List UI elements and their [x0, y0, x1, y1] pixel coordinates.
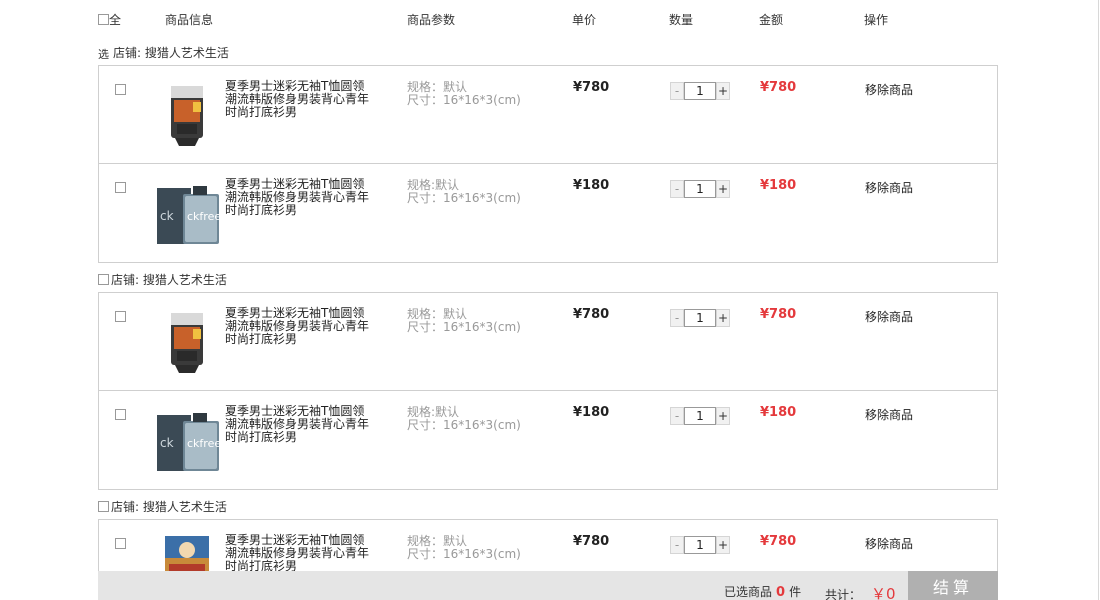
- cart-item: 夏季男士迷彩无袖T恤圆领潮流韩版修身男装背心青年时尚打底衫男 规格：默认 尺寸：…: [99, 293, 997, 391]
- item-price: ¥180: [573, 178, 610, 193]
- item-size: 尺寸：16*16*3(cm): [407, 93, 521, 107]
- item-title[interactable]: 夏季男士迷彩无袖T恤圆领潮流韩版修身男装背心青年时尚打底衫男: [225, 307, 375, 346]
- remove-item-link[interactable]: 移除商品: [865, 308, 913, 325]
- quantity-stepper: - 1 +: [670, 309, 730, 327]
- item-checkbox[interactable]: [115, 311, 126, 322]
- cart-footer-bar: 已选商品 0 件 共计： ￥0 结算: [98, 571, 998, 600]
- quantity-stepper: - 1 +: [670, 536, 730, 554]
- item-params: 规格：默认 尺寸：16*16*3(cm): [407, 308, 521, 334]
- qty-input[interactable]: 1: [684, 180, 716, 198]
- item-title[interactable]: 夏季男士迷彩无袖T恤圆领潮流韩版修身男装背心青年时尚打底衫男: [225, 178, 375, 217]
- svg-text:ckfree: ckfree: [187, 210, 221, 223]
- qty-input[interactable]: 1: [684, 536, 716, 554]
- item-price: ¥780: [573, 80, 610, 95]
- cart-item: ck ckfree 夏季男士迷彩无袖T恤圆领潮流韩版修身男装背心青年时尚打底衫男…: [99, 164, 997, 262]
- cart-item: ck ckfree 夏季男士迷彩无袖T恤圆领潮流韩版修身男装背心青年时尚打底衫男…: [99, 391, 997, 489]
- item-size: 尺寸：16*16*3(cm): [407, 547, 521, 561]
- product-image-cleanser[interactable]: [157, 309, 221, 377]
- selected-suffix: 件: [789, 585, 802, 599]
- select-all-label: 全: [109, 13, 122, 27]
- store-checkbox[interactable]: [98, 501, 109, 512]
- select-all[interactable]: 全: [98, 11, 121, 28]
- item-checkbox[interactable]: [115, 409, 126, 420]
- item-size: 尺寸：16*16*3(cm): [407, 191, 521, 205]
- store-name: 店铺: 搜猎人艺术生活: [111, 273, 227, 287]
- item-amount: ¥180: [760, 178, 797, 193]
- quantity-stepper: - 1 +: [670, 180, 730, 198]
- store-checkbox[interactable]: [98, 274, 109, 285]
- qty-plus-button[interactable]: +: [716, 180, 730, 198]
- remove-item-link[interactable]: 移除商品: [865, 406, 913, 423]
- col-price-header: 单价: [572, 13, 597, 27]
- item-params: 规格:默认 尺寸：16*16*3(cm): [407, 179, 521, 205]
- qty-minus-button[interactable]: -: [670, 82, 684, 100]
- item-checkbox[interactable]: [115, 84, 126, 95]
- item-amount: ¥180: [760, 405, 797, 420]
- store-row: 店铺: 搜猎人艺术生活: [98, 271, 227, 291]
- col-amount-header: 金额: [759, 13, 784, 27]
- item-title[interactable]: 夏季男士迷彩无袖T恤圆领潮流韩版修身男装背心青年时尚打底衫男: [225, 534, 375, 573]
- remove-item-link[interactable]: 移除商品: [865, 179, 913, 196]
- remove-item-link[interactable]: 移除商品: [865, 535, 913, 552]
- checkout-button[interactable]: 结算: [908, 571, 998, 600]
- item-price: ¥180: [573, 405, 610, 420]
- item-params: 规格：默认 尺寸：16*16*3(cm): [407, 535, 521, 561]
- item-checkbox[interactable]: [115, 182, 126, 193]
- col-qty-header: 数量: [669, 13, 694, 27]
- col-params-header: 商品参数: [407, 13, 456, 27]
- selected-prefix: 已选商品: [724, 585, 773, 599]
- item-params: 规格：默认 尺寸：16*16*3(cm): [407, 81, 521, 107]
- store-items-group: 夏季男士迷彩无袖T恤圆领潮流韩版修身男装背心青年时尚打底衫男 规格：默认 尺寸：…: [98, 65, 998, 263]
- store-checkbox[interactable]: 选: [98, 49, 111, 60]
- cart-header: 全 商品信息 商品参数 单价 数量 金额 操作: [0, 0, 1100, 36]
- item-title[interactable]: 夏季男士迷彩无袖T恤圆领潮流韩版修身男装背心青年时尚打底衫男: [225, 80, 375, 119]
- qty-plus-button[interactable]: +: [716, 407, 730, 425]
- selected-summary: 已选商品 0 件: [724, 583, 801, 600]
- qty-minus-button[interactable]: -: [670, 180, 684, 198]
- item-size: 尺寸：16*16*3(cm): [407, 320, 521, 334]
- page-right-border: [1098, 0, 1099, 600]
- remove-item-link[interactable]: 移除商品: [865, 81, 913, 98]
- total-value: ￥0: [871, 585, 896, 600]
- svg-text:ckfree: ckfree: [187, 437, 221, 450]
- item-params: 规格:默认 尺寸：16*16*3(cm): [407, 406, 521, 432]
- item-title[interactable]: 夏季男士迷彩无袖T恤圆领潮流韩版修身男装背心青年时尚打底衫男: [225, 405, 375, 444]
- qty-minus-button[interactable]: -: [670, 407, 684, 425]
- svg-text:ck: ck: [160, 209, 174, 223]
- item-amount: ¥780: [760, 80, 797, 95]
- qty-input[interactable]: 1: [684, 407, 716, 425]
- product-image-perfume[interactable]: ck ckfree: [157, 407, 221, 475]
- item-amount: ¥780: [760, 534, 797, 549]
- select-all-checkbox[interactable]: [98, 14, 109, 25]
- quantity-stepper: - 1 +: [670, 82, 730, 100]
- qty-minus-button[interactable]: -: [670, 309, 684, 327]
- item-price: ¥780: [573, 307, 610, 322]
- store-items-group: 夏季男士迷彩无袖T恤圆领潮流韩版修身男装背心青年时尚打底衫男 规格：默认 尺寸：…: [98, 292, 998, 490]
- qty-minus-button[interactable]: -: [670, 536, 684, 554]
- item-amount: ¥780: [760, 307, 797, 322]
- store-name: 店铺: 搜猎人艺术生活: [111, 500, 227, 514]
- total-label: 共计：: [825, 588, 862, 600]
- qty-plus-button[interactable]: +: [716, 536, 730, 554]
- store-row: 店铺: 搜猎人艺术生活: [98, 498, 227, 518]
- item-price: ¥780: [573, 534, 610, 549]
- item-checkbox[interactable]: [115, 538, 126, 549]
- qty-input[interactable]: 1: [684, 309, 716, 327]
- store-name: 店铺: 搜猎人艺术生活: [113, 46, 229, 60]
- svg-text:ck: ck: [160, 436, 174, 450]
- qty-plus-button[interactable]: +: [716, 82, 730, 100]
- product-image-perfume[interactable]: ck ckfree: [157, 180, 221, 248]
- qty-input[interactable]: 1: [684, 82, 716, 100]
- col-info-header: 商品信息: [165, 13, 214, 27]
- store-row: 选店铺: 搜猎人艺术生活: [98, 44, 229, 64]
- qty-plus-button[interactable]: +: [716, 309, 730, 327]
- selected-count: 0: [776, 585, 786, 600]
- quantity-stepper: - 1 +: [670, 407, 730, 425]
- product-image-cleanser[interactable]: [157, 82, 221, 150]
- col-action-header: 操作: [864, 13, 889, 27]
- cart-item: 夏季男士迷彩无袖T恤圆领潮流韩版修身男装背心青年时尚打底衫男 规格：默认 尺寸：…: [99, 66, 997, 164]
- item-size: 尺寸：16*16*3(cm): [407, 418, 521, 432]
- total-summary: 共计： ￥0: [825, 583, 896, 600]
